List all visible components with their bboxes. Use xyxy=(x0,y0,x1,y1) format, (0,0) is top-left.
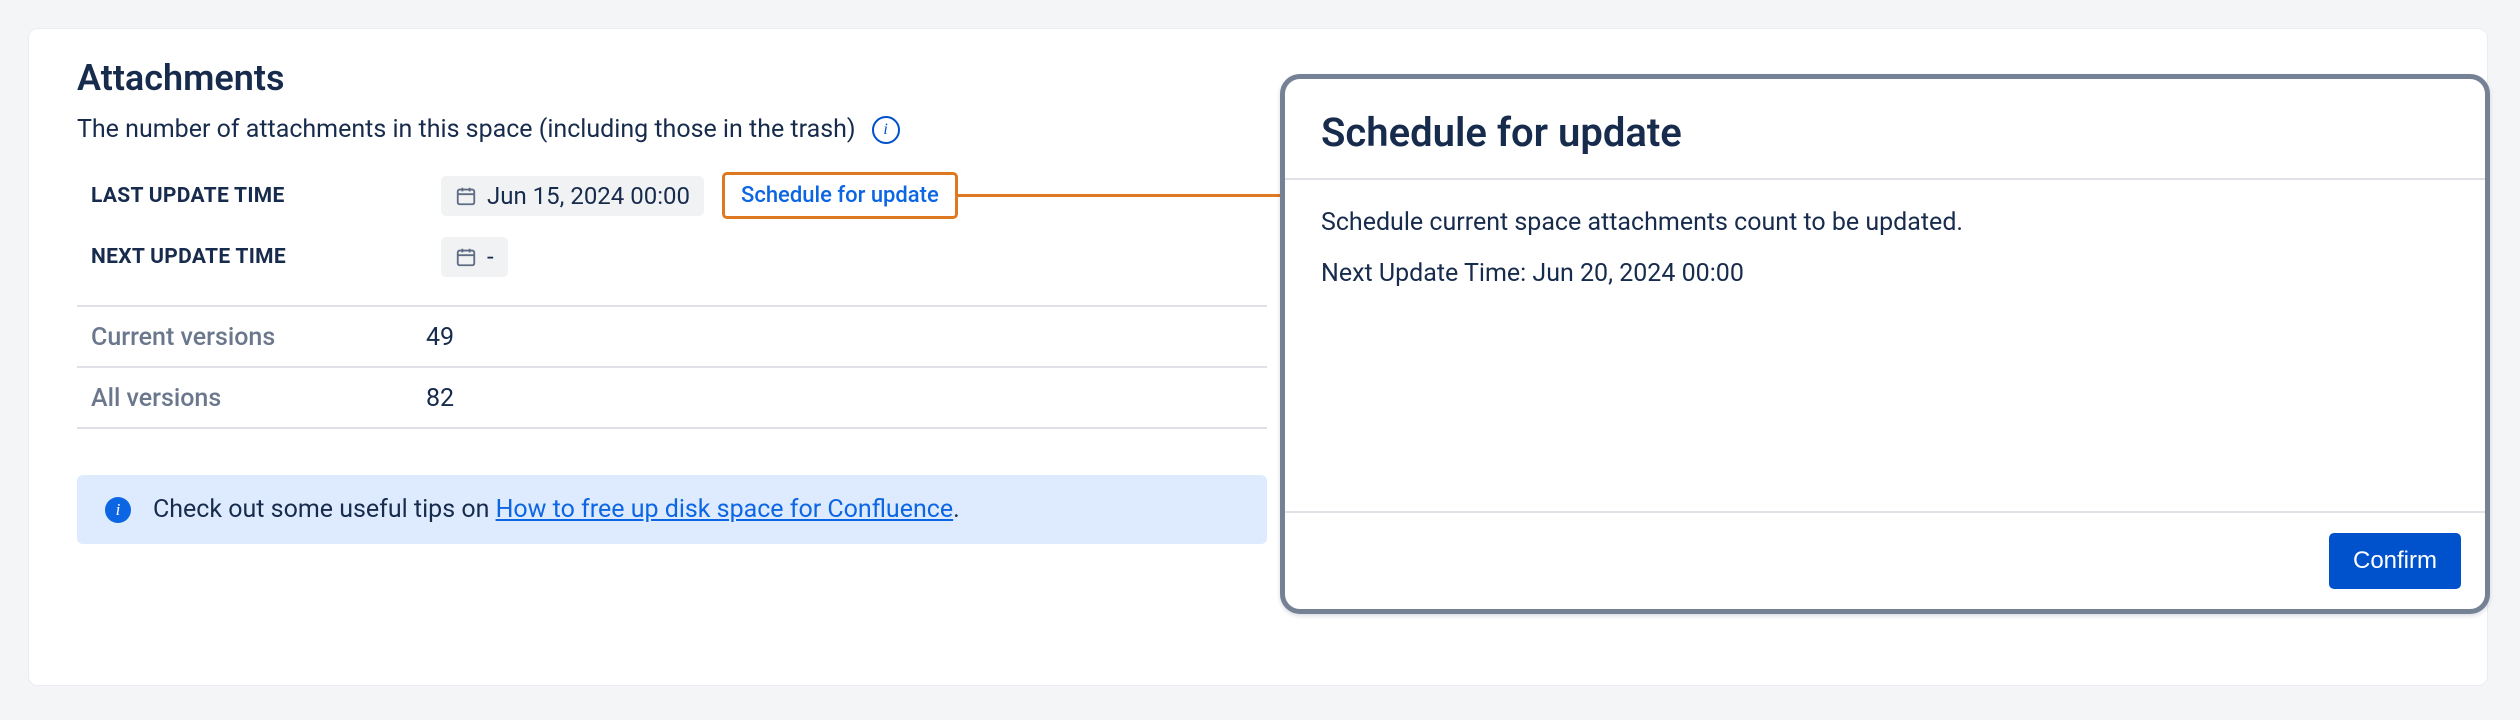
confirm-button[interactable]: Confirm xyxy=(2329,533,2461,589)
last-update-value-pill: Jun 15, 2024 00:00 xyxy=(441,176,704,216)
next-update-value: - xyxy=(487,243,494,271)
table-row: All versions 82 xyxy=(77,368,1267,429)
table-row: Current versions 49 xyxy=(77,307,1267,368)
banner-prefix: Check out some useful tips on xyxy=(153,495,496,524)
info-icon[interactable]: i xyxy=(872,116,900,144)
current-versions-value: 49 xyxy=(426,323,1267,352)
version-counts-table: Current versions 49 All versions 82 xyxy=(77,305,1267,429)
dialog-body: Schedule current space attachments count… xyxy=(1285,180,2485,511)
current-versions-label: Current versions xyxy=(91,323,426,352)
banner-suffix: . xyxy=(953,495,960,524)
schedule-update-dialog: Schedule for update Schedule current spa… xyxy=(1280,74,2490,614)
next-update-label: NEXT UPDATE TIME xyxy=(91,245,421,269)
last-update-label: LAST UPDATE TIME xyxy=(91,184,421,208)
calendar-icon xyxy=(455,246,477,268)
dialog-description: Schedule current space attachments count… xyxy=(1321,208,2449,237)
dialog-next-update: Next Update Time: Jun 20, 2024 00:00 xyxy=(1321,259,2449,288)
dialog-footer: Confirm xyxy=(1285,511,2485,609)
banner-text: Check out some useful tips on How to fre… xyxy=(153,495,960,524)
all-versions-value: 82 xyxy=(426,384,1267,413)
dialog-header: Schedule for update xyxy=(1285,79,2485,180)
tips-info-banner: i Check out some useful tips on How to f… xyxy=(77,475,1267,544)
callout-connector-line xyxy=(958,194,1280,197)
schedule-for-update-link[interactable]: Schedule for update xyxy=(722,172,958,219)
info-icon: i xyxy=(105,497,131,523)
last-update-value: Jun 15, 2024 00:00 xyxy=(487,182,690,210)
next-update-value-pill: - xyxy=(441,237,508,277)
dialog-title: Schedule for update xyxy=(1321,109,2449,156)
section-subtitle: The number of attachments in this space … xyxy=(77,115,856,144)
calendar-icon xyxy=(455,185,477,207)
free-disk-space-link[interactable]: How to free up disk space for Confluence xyxy=(496,495,954,524)
all-versions-label: All versions xyxy=(91,384,426,413)
